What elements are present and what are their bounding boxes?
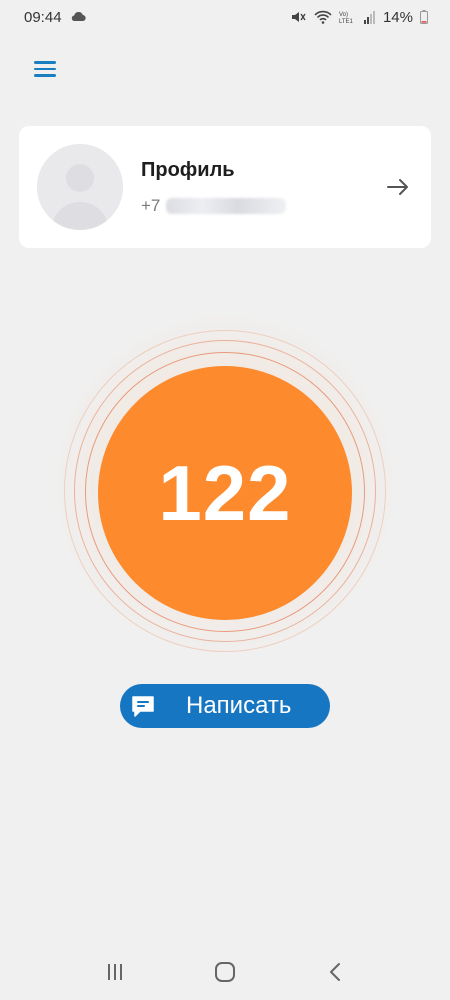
hamburger-icon-line (34, 74, 56, 77)
status-right: Vo) LTE1 14% (291, 9, 428, 26)
svg-text:Vo): Vo) (339, 12, 348, 18)
hamburger-icon-line (34, 61, 56, 64)
mute-icon (291, 10, 307, 24)
write-button[interactable]: Написать (120, 684, 330, 728)
arrow-right-icon (387, 179, 408, 195)
status-left: 09:44 (24, 9, 86, 26)
status-time: 09:44 (24, 8, 62, 26)
battery-percent: 14% (382, 8, 413, 26)
app-screen: 09:44 Vo) LTE1 14% Профиль +7 122 Написа… (0, 0, 450, 1000)
recent-apps-button[interactable] (95, 952, 135, 992)
home-button[interactable] (205, 952, 245, 992)
phone-number-redacted (166, 197, 287, 214)
home-icon (215, 962, 235, 982)
counter-value: 122 (158, 448, 292, 537)
system-nav-bar (0, 944, 450, 1000)
chat-bubble-icon (132, 696, 154, 717)
signal-icon (363, 10, 376, 24)
counter-circle: 122 (98, 366, 352, 620)
profile-text: Профиль +7 (141, 159, 385, 216)
write-button-label: Написать (186, 692, 292, 719)
lte-icon: Vo) LTE1 (339, 10, 357, 24)
status-bar: 09:44 Vo) LTE1 14% (0, 0, 450, 34)
profile-card[interactable]: Профиль +7 (19, 126, 431, 248)
hamburger-icon-line (34, 67, 56, 71)
cloud-icon (70, 9, 86, 26)
profile-name: Профиль (141, 158, 235, 181)
svg-text:LTE1: LTE1 (339, 19, 354, 24)
profile-phone: +7 (141, 196, 385, 216)
wifi-icon (314, 10, 332, 24)
back-icon (330, 963, 340, 981)
avatar (37, 144, 123, 230)
back-button[interactable] (315, 952, 355, 992)
user-placeholder-icon (37, 144, 123, 230)
battery-icon (420, 10, 428, 24)
recent-apps-icon (108, 964, 122, 980)
phone-prefix: +7 (141, 195, 161, 215)
menu-button[interactable] (34, 56, 60, 82)
